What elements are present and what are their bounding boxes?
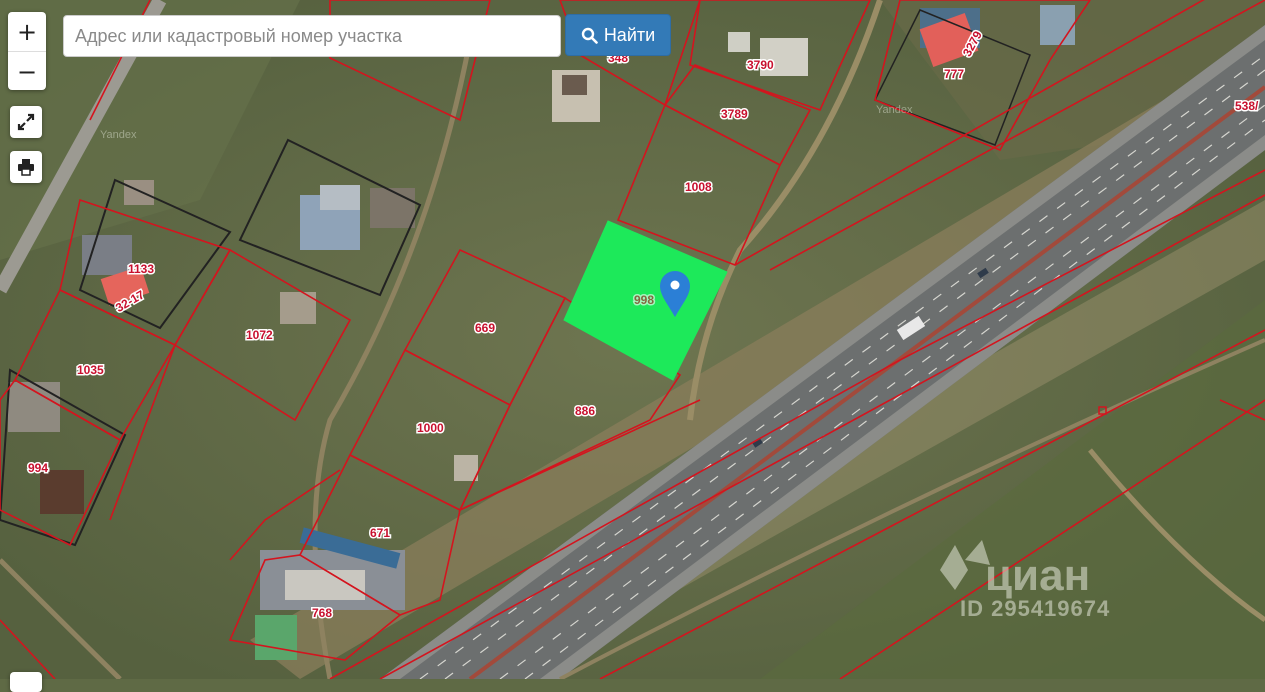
zoom-in-button[interactable]: + bbox=[8, 12, 46, 52]
search-button[interactable]: Найти bbox=[565, 14, 671, 56]
parcel-label-768: 768 bbox=[312, 606, 332, 620]
parcel-label-538: 538/ bbox=[1235, 99, 1259, 113]
satellite-map[interactable]: 998 3790 3789 1008 777 3279 538/ 1133 32… bbox=[0, 0, 1265, 679]
print-button[interactable] bbox=[10, 151, 42, 183]
parcel-label-1008: 1008 bbox=[685, 180, 712, 194]
parcel-label-886: 886 bbox=[575, 404, 595, 418]
cian-logo-text: циан bbox=[985, 551, 1090, 600]
listing-id: ID 295419674 bbox=[960, 596, 1110, 621]
zoom-control: + − bbox=[8, 12, 46, 90]
printer-icon bbox=[18, 159, 34, 176]
parcel-label-998: 998 bbox=[634, 293, 654, 307]
expand-icon bbox=[17, 113, 35, 131]
parcel-label-1000: 1000 bbox=[417, 421, 444, 435]
parcel-label-1035: 1035 bbox=[77, 363, 104, 377]
search-input[interactable] bbox=[63, 15, 561, 57]
parcel-label-3790: 3790 bbox=[747, 58, 774, 72]
yandex-watermark: Yandex bbox=[100, 129, 137, 141]
map-control-button[interactable] bbox=[10, 672, 42, 692]
parcel-label-669: 669 bbox=[475, 321, 495, 335]
fullscreen-button[interactable] bbox=[10, 106, 42, 138]
parcel-label-671: 671 bbox=[370, 526, 390, 540]
parcel-label-3789: 3789 bbox=[721, 107, 748, 121]
parcel-label-777: 777 bbox=[944, 67, 964, 81]
parcel-label-994: 994 bbox=[28, 461, 48, 475]
parcel-label-1072: 1072 bbox=[246, 328, 273, 342]
zoom-out-button[interactable]: − bbox=[8, 52, 46, 91]
parcel-label-1133: 1133 bbox=[128, 262, 154, 276]
yandex-watermark-2: Yandex bbox=[876, 104, 913, 116]
search-button-label: Найти bbox=[603, 24, 656, 45]
search-icon bbox=[581, 27, 598, 44]
